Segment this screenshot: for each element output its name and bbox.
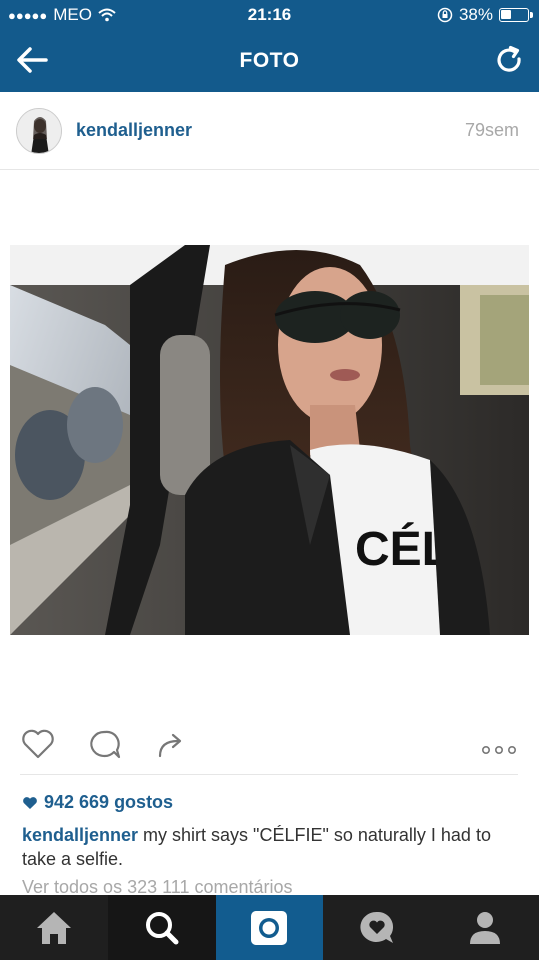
tab-home[interactable] bbox=[0, 895, 108, 960]
heart-small-icon bbox=[23, 796, 37, 809]
post-time: 79sem bbox=[464, 120, 519, 140]
home-icon bbox=[36, 911, 71, 944]
battery-group: 38% bbox=[437, 5, 533, 25]
page-title: FOTO bbox=[239, 49, 300, 72]
selfie-image: CÉL bbox=[10, 245, 529, 635]
share-icon[interactable] bbox=[152, 724, 192, 764]
avatar-image bbox=[17, 109, 61, 153]
post-actions bbox=[0, 716, 539, 774]
top-bar: ●●●●● MEO 21:16 38% FOTO bbox=[0, 0, 539, 92]
comment-icon[interactable] bbox=[85, 724, 125, 764]
post-photo[interactable]: CÉL bbox=[10, 245, 529, 635]
battery-icon bbox=[499, 8, 533, 22]
avatar[interactable] bbox=[16, 108, 62, 154]
status-bar: ●●●●● MEO 21:16 38% bbox=[0, 0, 539, 30]
tab-profile[interactable] bbox=[431, 895, 539, 960]
camera-icon bbox=[251, 910, 288, 945]
post-username[interactable]: kendalljenner bbox=[76, 120, 192, 141]
divider bbox=[20, 774, 518, 775]
tab-camera[interactable] bbox=[215, 895, 324, 960]
more-options-icon[interactable] bbox=[478, 724, 520, 764]
post-header: kendalljenner 79sem bbox=[0, 92, 539, 170]
orientation-lock-icon bbox=[437, 7, 453, 23]
likes-label: 942 669 gostos bbox=[44, 792, 174, 812]
battery-fill bbox=[501, 10, 511, 19]
post-caption: kendalljenner my shirt says "CÉLFIE" so … bbox=[22, 823, 522, 871]
activity-icon bbox=[360, 911, 394, 943]
tab-activity[interactable] bbox=[323, 895, 431, 960]
nav-bar: FOTO bbox=[0, 30, 539, 92]
tab-search[interactable] bbox=[107, 895, 216, 960]
caption-username[interactable]: kendalljenner bbox=[22, 825, 138, 845]
heart-icon[interactable] bbox=[18, 724, 58, 764]
battery-percent: 38% bbox=[458, 5, 493, 24]
profile-icon bbox=[470, 911, 501, 944]
search-icon bbox=[145, 911, 179, 944]
refresh-icon[interactable] bbox=[493, 44, 525, 76]
tab-bar bbox=[0, 895, 539, 960]
likes-count[interactable]: 942 669 gostos bbox=[22, 792, 173, 813]
